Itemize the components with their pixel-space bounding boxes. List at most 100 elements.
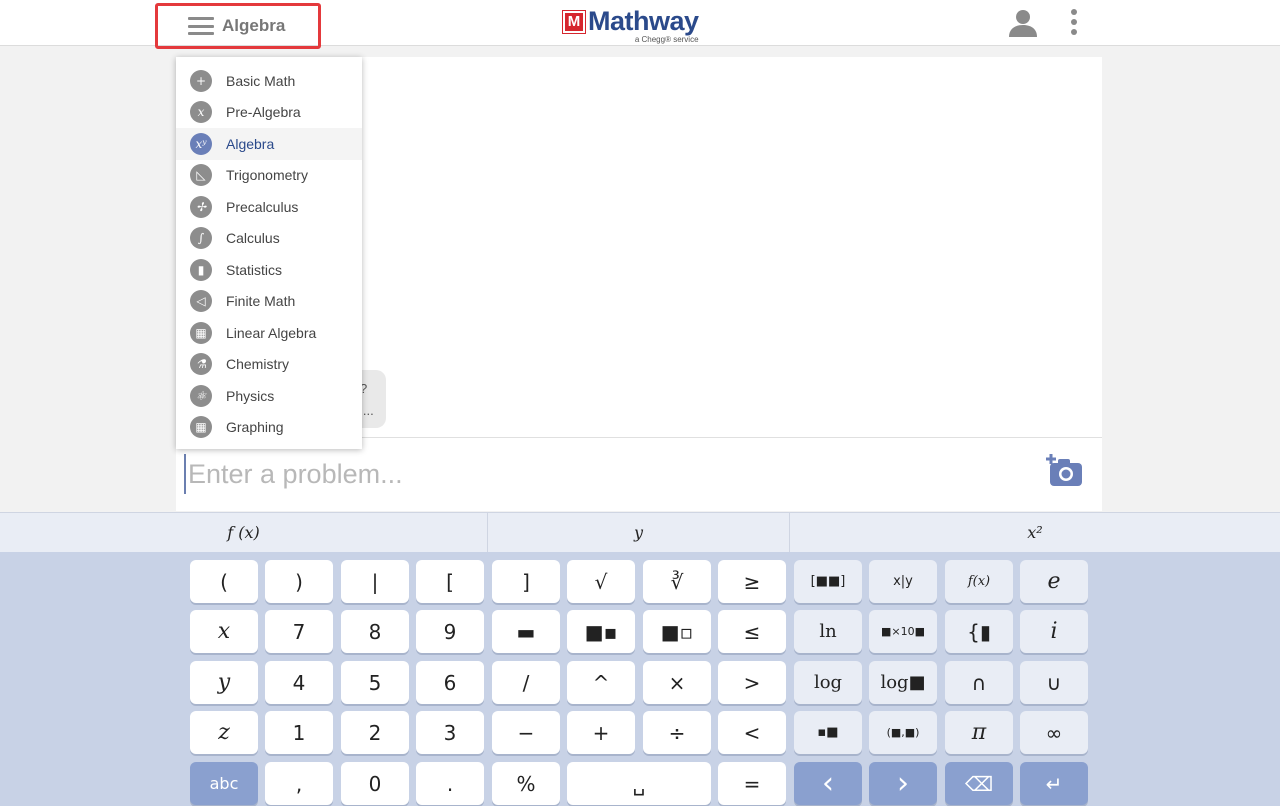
key-divide[interactable]: ÷ — [643, 711, 711, 754]
key-log[interactable]: log — [794, 661, 862, 704]
key-close-bracket[interactable]: ] — [492, 560, 560, 603]
key-nth-root[interactable]: ∛ — [643, 560, 711, 603]
subject-label: Chemistry — [226, 356, 290, 373]
key-i[interactable]: i — [1020, 610, 1088, 653]
key-pi[interactable]: π — [945, 711, 1013, 754]
key-percent[interactable]: % — [492, 762, 560, 805]
key-9[interactable]: 9 — [416, 610, 484, 653]
subject-algebra[interactable]: xʸ Algebra — [176, 128, 362, 160]
subject-linear-algebra[interactable]: ▦ Linear Algebra — [176, 317, 362, 349]
finite-math-icon: ◁ — [190, 290, 212, 313]
hamburger-icon — [188, 17, 214, 35]
key-6[interactable]: 6 — [416, 661, 484, 704]
key-minus[interactable]: − — [492, 711, 560, 754]
subject-label: Linear Algebra — [226, 324, 317, 341]
key-function[interactable]: f(x) — [945, 560, 1013, 603]
subject-label: Basic Math — [226, 72, 296, 89]
key-ln[interactable]: ln — [794, 610, 862, 653]
logo-mark: M — [562, 9, 586, 34]
key-matrix[interactable]: [■■] — [794, 560, 862, 603]
key-union[interactable]: ∪ — [1020, 661, 1088, 704]
key-dot[interactable]: . — [416, 762, 484, 805]
key-3[interactable]: 3 — [416, 711, 484, 754]
arrow-left-icon[interactable]: ‹ — [794, 762, 862, 805]
key-mixed-fraction[interactable]: ▪■ — [794, 711, 862, 754]
key-scientific[interactable]: ■×10■ — [869, 610, 937, 653]
mathway-logo[interactable]: M Mathway a Chegg® service — [562, 6, 699, 44]
math-keyboard: ( ) | [ ] √ ∛ ≥ [■■] x|y f(x) e x 7 8 9 … — [0, 552, 1280, 806]
subject-pre-algebra[interactable]: x Pre-Algebra — [176, 97, 362, 129]
subject-calculus[interactable]: ∫ Calculus — [176, 223, 362, 255]
subject-label: Pre-Algebra — [226, 104, 301, 121]
key-log-base[interactable]: log■ — [869, 661, 937, 704]
subject-statistics[interactable]: ▮ Statistics — [176, 254, 362, 286]
key-2[interactable]: 2 — [341, 711, 409, 754]
key-0[interactable]: 0 — [341, 762, 409, 805]
key-less[interactable]: < — [718, 711, 786, 754]
key-superscript[interactable]: ■▪ — [567, 610, 635, 653]
key-z[interactable]: z — [190, 711, 258, 754]
basic-math-icon: + — [190, 69, 212, 92]
key-7[interactable]: 7 — [265, 610, 333, 653]
subject-precalculus[interactable]: ✢ Precalculus — [176, 191, 362, 223]
subject-chemistry[interactable]: ⚗ Chemistry — [176, 349, 362, 381]
logo-subtitle: a Chegg® service — [634, 35, 699, 44]
chemistry-icon: ⚗ — [190, 353, 212, 376]
key-sqrt[interactable]: √ — [567, 560, 635, 603]
subject-menu-button[interactable]: Algebra — [155, 3, 321, 49]
subject-trigonometry[interactable]: ◺ Trigonometry — [176, 160, 362, 192]
key-greater[interactable]: > — [718, 661, 786, 704]
key-y[interactable]: y — [190, 661, 258, 704]
tab-variables[interactable]: y — [488, 513, 790, 552]
subject-basic-math[interactable]: + Basic Math — [176, 65, 362, 97]
key-intersection[interactable]: ∩ — [945, 661, 1013, 704]
key-open-paren[interactable]: ( — [190, 560, 258, 603]
camera-icon[interactable] — [1046, 454, 1084, 488]
subject-physics[interactable]: ⚛ Physics — [176, 380, 362, 412]
subject-label: Trigonometry — [226, 167, 308, 184]
key-times[interactable]: × — [643, 661, 711, 704]
key-8[interactable]: 8 — [341, 610, 409, 653]
key-geq[interactable]: ≥ — [718, 560, 786, 603]
key-4[interactable]: 4 — [265, 661, 333, 704]
linear-algebra-icon: ▦ — [190, 321, 212, 344]
graphing-icon: ▦ — [190, 416, 212, 439]
subject-label: Precalculus — [226, 198, 299, 215]
user-icon[interactable] — [1008, 8, 1038, 38]
trigonometry-icon: ◺ — [190, 164, 212, 187]
key-table[interactable]: x|y — [869, 560, 937, 603]
key-close-paren[interactable]: ) — [265, 560, 333, 603]
key-comma[interactable]: , — [265, 762, 333, 805]
key-5[interactable]: 5 — [341, 661, 409, 704]
key-1[interactable]: 1 — [265, 711, 333, 754]
algebra-icon: xʸ — [190, 132, 212, 155]
key-equals[interactable]: = — [718, 762, 786, 805]
enter-icon[interactable]: ↵ — [1020, 762, 1088, 805]
tab-functions[interactable]: f (x) — [0, 513, 488, 552]
key-x[interactable]: x — [190, 610, 258, 653]
key-fraction[interactable]: ▬ — [492, 610, 560, 653]
problem-input[interactable] — [184, 454, 984, 494]
key-leq[interactable]: ≤ — [718, 610, 786, 653]
subject-graphing[interactable]: ▦ Graphing — [176, 412, 362, 444]
key-abc[interactable]: abc — [190, 762, 258, 805]
more-options-icon[interactable] — [1066, 8, 1082, 38]
key-infinity[interactable]: ∞ — [1020, 711, 1088, 754]
key-subscript[interactable]: ■▫ — [643, 610, 711, 653]
key-ordered-pair[interactable]: (■,■) — [869, 711, 937, 754]
tab-powers[interactable]: x² — [790, 513, 1280, 552]
pre-algebra-icon: x — [190, 101, 212, 124]
key-space[interactable]: ␣ — [567, 762, 711, 805]
keyboard-tabs: f (x) y x² — [0, 512, 1280, 552]
key-e[interactable]: e — [1020, 560, 1088, 603]
subject-finite-math[interactable]: ◁ Finite Math — [176, 286, 362, 318]
arrow-right-icon[interactable]: › — [869, 762, 937, 805]
key-piecewise[interactable]: {▮ — [945, 610, 1013, 653]
top-header: Algebra M Mathway a Chegg® service — [0, 0, 1280, 49]
backspace-icon[interactable]: ⌫ — [945, 762, 1013, 805]
key-slash[interactable]: / — [492, 661, 560, 704]
key-plus[interactable]: + — [567, 711, 635, 754]
key-abs[interactable]: | — [341, 560, 409, 603]
key-open-bracket[interactable]: [ — [416, 560, 484, 603]
key-caret[interactable]: ^ — [567, 661, 635, 704]
